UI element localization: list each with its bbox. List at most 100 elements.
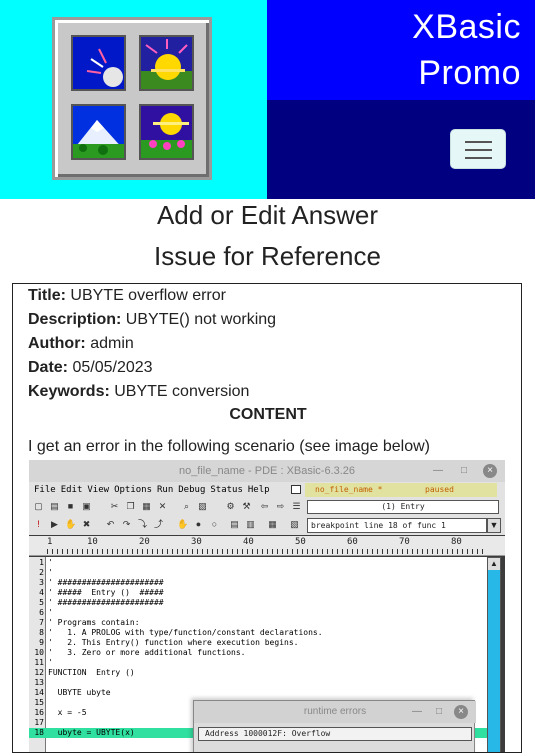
xbasic-logo[interactable] <box>52 17 212 180</box>
issue-title: Title: UBYTE overflow error <box>28 287 226 305</box>
code-line: 14 UBYTE ubyte <box>34 688 111 697</box>
menu-run: Run <box>157 485 174 495</box>
hamburger-icon <box>465 149 492 151</box>
logo-pane-sunrise <box>71 35 126 91</box>
ide-menubar: File Edit View Options Run Debug Status Help no… <box>29 482 505 498</box>
logo-pane-sun <box>139 35 194 91</box>
content-heading: CONTENT <box>229 406 307 423</box>
ruler-label: 1 <box>47 537 53 547</box>
site-brand[interactable]: XBasic Promo <box>412 4 521 96</box>
brand-line-1: XBasic <box>412 8 521 46</box>
code-line: 1 ' <box>39 558 53 567</box>
close-icon: × <box>454 705 468 719</box>
registers-icon: ▦ <box>268 519 277 529</box>
menu-options: Options <box>114 485 152 495</box>
code-line: 10 ' 3. Zero or more additional functions… <box>34 648 246 657</box>
runtime-errors-title: runtime errors — □ × <box>194 701 476 723</box>
ruler-label: 80 <box>451 537 462 547</box>
issue-author-value: admin <box>90 335 134 352</box>
ide-file-status: no_file_name * paused <box>305 483 497 497</box>
paste-icon: ▦ <box>142 501 151 511</box>
ide-file-name: no_file_name * <box>315 485 383 494</box>
code-line: 7 ' Programs contain: <box>39 618 140 627</box>
logo-area <box>0 0 267 199</box>
hamburger-icon <box>465 141 492 143</box>
minimize-icon: — <box>433 465 443 476</box>
replace-icon: ▧ <box>198 501 207 511</box>
issue-date-value: 05/05/2023 <box>72 359 153 376</box>
runtime-errors-dialog: runtime errors — □ × Address 1000012F: O… <box>193 700 476 752</box>
close-icon: × <box>483 464 497 478</box>
code-line: 6 ' <box>39 608 53 617</box>
abort-icon: ! <box>37 519 40 529</box>
page-subtitle: Issue for Reference <box>154 241 381 271</box>
issue-description: Description: UBYTE() not working <box>28 311 276 329</box>
code-line: 12 FUNCTION Entry () <box>34 668 135 677</box>
issue-title-value: UBYTE overflow error <box>70 287 226 304</box>
kill-icon: ✖ <box>82 519 91 529</box>
code-line: 5 ' ###################### <box>39 598 164 607</box>
brand-line-2: Promo <box>418 54 521 92</box>
stop-hand-icon: ✋ <box>65 519 77 529</box>
ruler-label: 40 <box>243 537 254 547</box>
issue-keywords: Keywords: UBYTE conversion <box>28 383 249 401</box>
ruler-label: 70 <box>399 537 410 547</box>
issue-keywords-value: UBYTE conversion <box>114 383 250 400</box>
step-into-icon: ⤵ <box>137 519 147 529</box>
frames-icon: ▧ <box>290 519 299 529</box>
issue-title-label: Title: <box>28 287 66 304</box>
content-intro: I get an error in the following scenario… <box>28 438 430 455</box>
ruler-label: 60 <box>347 537 358 547</box>
compile-icon: ⚙ <box>226 501 235 511</box>
variables-icon: ▤ <box>230 519 239 529</box>
code-line: 2 ' <box>39 568 53 577</box>
open-folder-icon: ▤ <box>50 501 59 511</box>
issue-keywords-label: Keywords: <box>28 383 110 400</box>
menu-edit: Edit <box>60 485 83 495</box>
issue-description-value: UBYTE() not working <box>125 311 277 328</box>
issue-author-label: Author: <box>28 335 86 352</box>
logo-pane-mountain <box>71 104 126 160</box>
step-local-icon: ↶ <box>106 519 115 529</box>
build-icon: ⚒ <box>242 501 251 511</box>
brand-area: XBasic Promo <box>267 0 535 100</box>
menu-file: File <box>34 485 56 495</box>
code-line: 8 ' 1. A PROLOG with type/function/consta… <box>39 628 323 637</box>
ide-toolbar-file: ▢ ▤ ■ ▣ ✂ ❐ ▦ ✕ ⌕ ▧ ⚙ ⚒ ⇦ ⇨ ☰ (1) Entry <box>29 498 505 516</box>
issue-author: Author: admin <box>28 335 134 353</box>
issue-card: Title: UBYTE overflow error Description:… <box>12 283 522 753</box>
save-as-icon: ▣ <box>82 501 91 511</box>
ide-screenshot: no_file_name - PDE : XBasic-6.3.26 — □ ×… <box>29 460 505 752</box>
navbar-toggle-button[interactable] <box>450 129 506 169</box>
find-icon: ⌕ <box>183 501 190 511</box>
ruler-ticks <box>47 549 487 554</box>
code-line: 9 ' 2. This Entry() function where execut… <box>39 638 299 647</box>
run-icon: ▶ <box>51 519 58 529</box>
delete-icon: ✕ <box>158 501 167 511</box>
ruler-label: 10 <box>87 537 98 547</box>
menu-debug: Debug <box>178 485 206 495</box>
step-out-icon: ⤴ <box>153 519 163 529</box>
site-header: XBasic Promo <box>0 0 535 199</box>
back-icon: ⇦ <box>260 501 269 511</box>
column-ruler: 1 10 20 30 40 50 60 70 80 <box>29 536 505 556</box>
ide-window-title: no_file_name - PDE : XBasic-6.3.26 <box>178 465 356 477</box>
breakpoint-icon: ● <box>195 519 202 529</box>
function-selector: (1) Entry <box>307 500 499 514</box>
code-line: 11 ' <box>34 658 53 667</box>
cut-icon: ✂ <box>110 501 119 511</box>
menu-status: Status <box>210 485 243 495</box>
code-line: 3 ' ###################### <box>39 578 164 587</box>
minimize-icon: — <box>412 706 422 717</box>
step-global-icon: ↷ <box>122 519 131 529</box>
nav-bar <box>267 100 535 199</box>
save-icon: ■ <box>67 501 74 511</box>
issue-date: Date: 05/05/2023 <box>28 359 153 377</box>
pause-hand-icon: ✋ <box>177 519 189 529</box>
hamburger-icon <box>465 157 492 159</box>
editor-scrollbar: ▲ <box>487 557 501 752</box>
window-list-icon <box>291 485 301 494</box>
maximize-icon: □ <box>460 465 468 476</box>
ruler-label: 20 <box>139 537 150 547</box>
menu-view: View <box>87 485 110 495</box>
